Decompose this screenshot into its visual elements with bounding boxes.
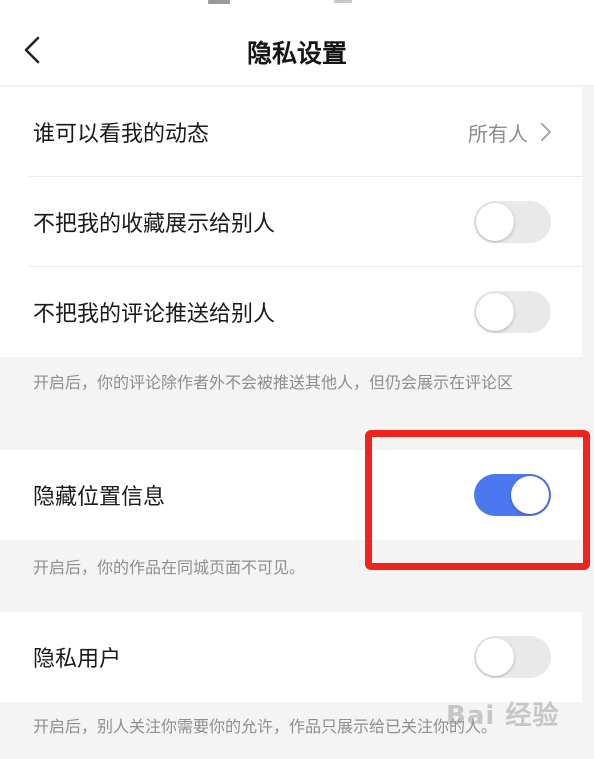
privacy-group-main: 谁可以看我的动态 所有人 不把我的收藏展示给别人 不把我的评论推送给别人 xyxy=(0,87,582,357)
who-can-see-label: 谁可以看我的动态 xyxy=(33,122,210,147)
page-title: 隐私设置 xyxy=(246,39,347,68)
hide-location-note: 开启后，你的作品在同城页面不可见。 xyxy=(33,558,306,577)
toggle-knob xyxy=(476,293,514,331)
hide-comments-label: 不把我的评论推送给别人 xyxy=(33,302,276,327)
private-user-toggle[interactable] xyxy=(474,636,551,678)
hide-comments-row: 不把我的评论推送给别人 xyxy=(0,267,582,357)
chevron-right-icon xyxy=(541,123,551,141)
toggle-knob xyxy=(476,638,514,676)
hide-favorites-label: 不把我的收藏展示给别人 xyxy=(33,212,276,237)
hide-comments-note: 开启后，你的评论除作者外不会被推送其他人，但仍会展示在评论区 xyxy=(33,373,514,392)
nav-header: 隐私设置 xyxy=(0,6,594,86)
toggle-knob xyxy=(476,203,514,241)
hide-favorites-toggle[interactable] xyxy=(474,201,551,243)
toggle-knob xyxy=(511,476,549,514)
watermark-logo: Bai 经验 xyxy=(446,701,560,731)
private-user-row: 隐私用户 xyxy=(0,612,582,702)
who-can-see-row[interactable]: 谁可以看我的动态 所有人 xyxy=(0,87,582,177)
hide-location-toggle[interactable] xyxy=(474,474,551,516)
hide-location-row: 隐藏位置信息 xyxy=(0,450,582,540)
hide-location-label: 隐藏位置信息 xyxy=(33,485,166,510)
who-can-see-value: 所有人 xyxy=(468,121,528,146)
privacy-group-private-user: 隐私用户 xyxy=(0,612,582,702)
privacy-group-location: 隐藏位置信息 xyxy=(0,450,582,540)
hide-favorites-row: 不把我的收藏展示给别人 xyxy=(0,177,582,267)
private-user-label: 隐私用户 xyxy=(33,647,122,672)
hide-comments-toggle[interactable] xyxy=(474,291,551,333)
status-text xyxy=(334,0,352,3)
status-icon xyxy=(208,0,230,4)
